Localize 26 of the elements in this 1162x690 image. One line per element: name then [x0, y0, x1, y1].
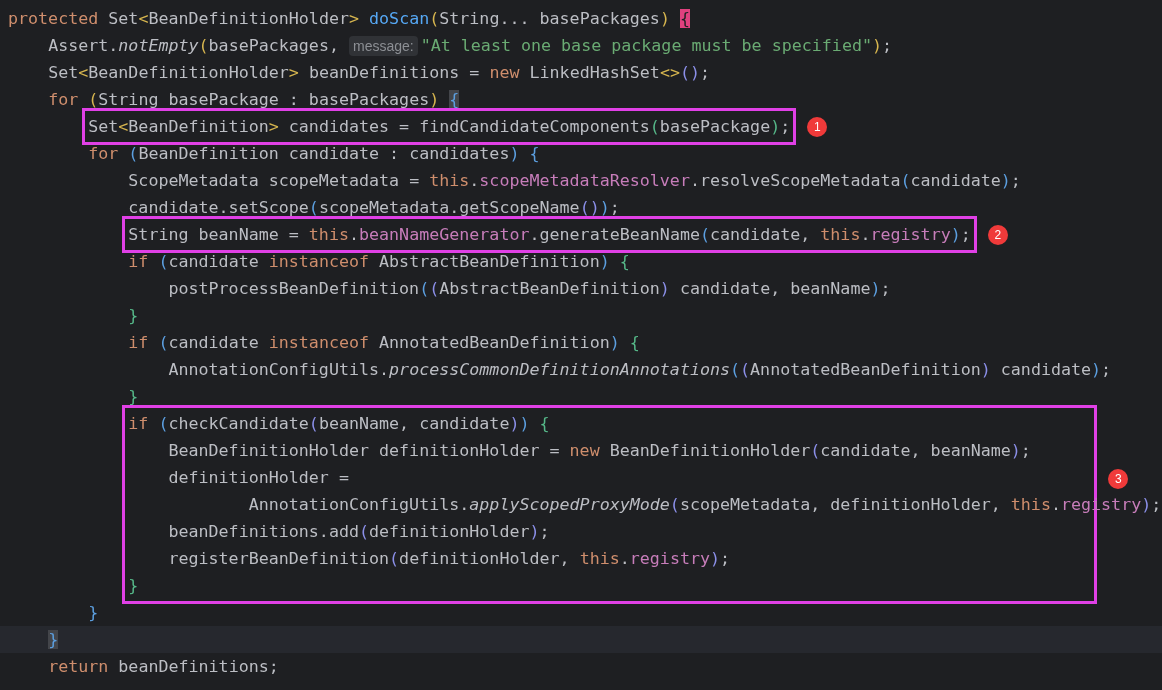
code-line: BeanDefinitionHolder definitionHolder = new BeanDefinitionHolder(candidate, beanName); — [167, 440, 1031, 462]
code-line: Set<BeanDefinitionHolder> beanDefinitions = new LinkedHashSet<>(); — [47, 62, 712, 84]
code-line: protected Set<BeanDefinitionHolder> doScan(String... basePackages) { — [7, 8, 691, 30]
code-line: } — [87, 602, 100, 624]
code-line: if (candidate instanceof AnnotatedBeanDefinition) { — [127, 332, 641, 354]
code-line: AnnotationConfigUtils.processCommonDefinitionAnnotations((AnnotatedBeanDefinition) candidate); — [167, 359, 1113, 381]
number-badge: 2 — [987, 224, 1008, 245]
code-line: ScopeMetadata scopeMetadata = this.scopeMetadataResolver.resolveScopeMetadata(candidate); — [127, 170, 1022, 192]
code-line: Assert.notEmpty(basePackages, message: "At least one base package must be specified"); — [47, 35, 894, 58]
code-line: String beanName = this.beanNameGenerator.generateBeanName(candidate, this.registry); — [127, 224, 971, 246]
code-line: } — [127, 386, 140, 408]
code-line: beanDefinitions.add(definitionHolder); — [167, 521, 550, 543]
code-line: for (BeanDefinition candidate : candidates) { — [87, 143, 541, 165]
number-badge: 3 — [1108, 468, 1129, 489]
code-line: for (String basePackage : basePackages) { — [47, 89, 461, 111]
code-line: definitionHolder = — [167, 467, 349, 489]
code-line: Set<BeanDefinition> candidates = findCandidateComponents(basePackage); — [87, 116, 791, 138]
code-line: postProcessBeanDefinition((AbstractBeanDefinition) candidate, beanName); — [167, 278, 892, 300]
code-line: if (candidate instanceof AbstractBeanDefinition) { — [127, 251, 631, 273]
code-line: candidate.setScope(scopeMetadata.getScopeName()); — [127, 197, 621, 219]
code-line: if (checkCandidate(beanName, candidate)) { — [127, 413, 550, 435]
number-badge: 1 — [807, 116, 828, 137]
code-line: } — [127, 575, 139, 597]
code-line: } — [127, 305, 140, 327]
code-line: registerBeanDefinition(definitionHolder, this.registry); — [167, 548, 731, 570]
code-line: return beanDefinitions; — [47, 656, 280, 678]
